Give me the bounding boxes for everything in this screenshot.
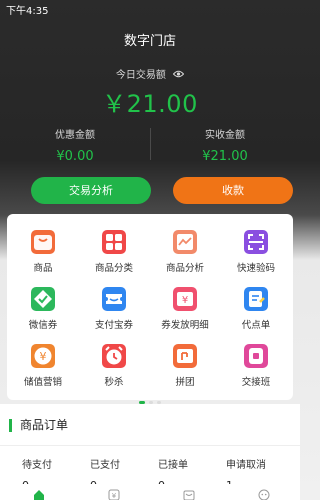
discount-label: 优惠金额 <box>55 130 95 141</box>
order-status-label: 已接单 <box>158 460 188 471</box>
grid-item-label: 微信券 <box>28 320 58 331</box>
received-label: 实收金额 <box>205 130 245 141</box>
profile-icon[interactable] <box>258 486 270 500</box>
grid-item-label: 商品分类 <box>94 263 133 274</box>
grid-item-category[interactable]: 商品分类 <box>78 230 150 274</box>
received-stat: 实收金额 ¥21.00 <box>150 126 300 164</box>
grid-item-ticket[interactable]: 支付宝券 <box>78 287 150 331</box>
grid-item-label: 秒杀 <box>104 377 124 388</box>
bottom-tab-bar: ¥ <box>0 484 300 500</box>
discount-stat: 优惠金额 ¥0.00 <box>0 126 150 164</box>
svg-text:¥: ¥ <box>182 295 188 306</box>
grid-item-label: 商品分析 <box>165 263 204 274</box>
orders-icon[interactable] <box>183 486 195 500</box>
page-title: 数字门店 <box>123 34 176 49</box>
grid-item-label: 储值营销 <box>23 377 62 388</box>
today-sales-label: 今日交易额 <box>115 70 166 81</box>
order-status-label: 已支付 <box>90 460 120 471</box>
home-icon[interactable] <box>33 486 45 500</box>
orders-title: 商品订单 <box>9 419 68 432</box>
svg-text:¥: ¥ <box>112 492 117 500</box>
transaction-analysis-button[interactable]: 交易分析 <box>31 177 151 204</box>
discount-value: ¥0.00 <box>56 149 94 164</box>
order-status-label: 待支付 <box>22 460 52 471</box>
order-status-label: 申请取消 <box>226 460 266 471</box>
grid-item-label: 快速验码 <box>236 263 275 274</box>
yen-coin-icon: ¥ <box>31 344 55 368</box>
grid-item-yen-coin[interactable]: ¥ 储值营销 <box>7 344 79 388</box>
grid-item-chart[interactable]: 商品分析 <box>149 230 221 274</box>
ticket-icon <box>102 287 126 311</box>
grid-item-coupon-detail[interactable]: ¥ 券发放明细 <box>149 287 221 331</box>
grid-item-alarm-clock[interactable]: 秒杀 <box>78 344 150 388</box>
grid-item-label: 券发放明细 <box>161 320 209 331</box>
check-coupon-icon <box>31 287 55 311</box>
grid-item-order-edit[interactable]: 代点单 <box>220 287 292 331</box>
grid-item-scan[interactable]: 快速验码 <box>220 230 292 274</box>
grid-item-handover[interactable]: 交接班 <box>220 344 292 388</box>
grid-item-group[interactable]: 拼团 <box>149 344 221 388</box>
grid-item-label: 商品 <box>33 263 53 274</box>
handover-icon <box>244 344 268 368</box>
received-value: ¥21.00 <box>202 149 248 164</box>
eye-icon[interactable] <box>172 70 185 81</box>
grid-item-label: 拼团 <box>175 377 195 388</box>
grid-item-label: 代点单 <box>241 320 271 331</box>
shopping-bag-icon <box>31 230 55 254</box>
group-icon <box>173 344 197 368</box>
order-edit-icon <box>244 287 268 311</box>
status-time: 下午4:35 <box>6 6 49 17</box>
collect-payment-button[interactable]: 收款 <box>173 177 293 204</box>
coupon-detail-icon: ¥ <box>173 287 197 311</box>
grid-item-label: 支付宝券 <box>94 320 133 331</box>
grid-item-check-coupon[interactable]: 微信券 <box>7 287 79 331</box>
alarm-clock-icon <box>102 344 126 368</box>
status-bar: 下午4:35 <box>0 0 300 17</box>
grid-item-shopping-bag[interactable]: 商品 <box>7 230 79 274</box>
divider <box>0 445 300 446</box>
yen-icon[interactable]: ¥ <box>108 486 120 500</box>
svg-text:¥: ¥ <box>40 350 47 363</box>
chart-icon <box>173 230 197 254</box>
today-sales-header: 今日交易额 <box>0 66 300 81</box>
scan-icon <box>244 230 268 254</box>
function-grid: 商品 商品分类 商品分析 快速验码微信券 支付宝券 ¥ 券发放明细 代点单 ¥ 储值营销 秒杀 拼团 交… <box>7 214 293 404</box>
grid-item-label: 交接班 <box>241 377 271 388</box>
category-icon <box>102 230 126 254</box>
today-sales-amount: ￥21.00 <box>102 90 198 118</box>
